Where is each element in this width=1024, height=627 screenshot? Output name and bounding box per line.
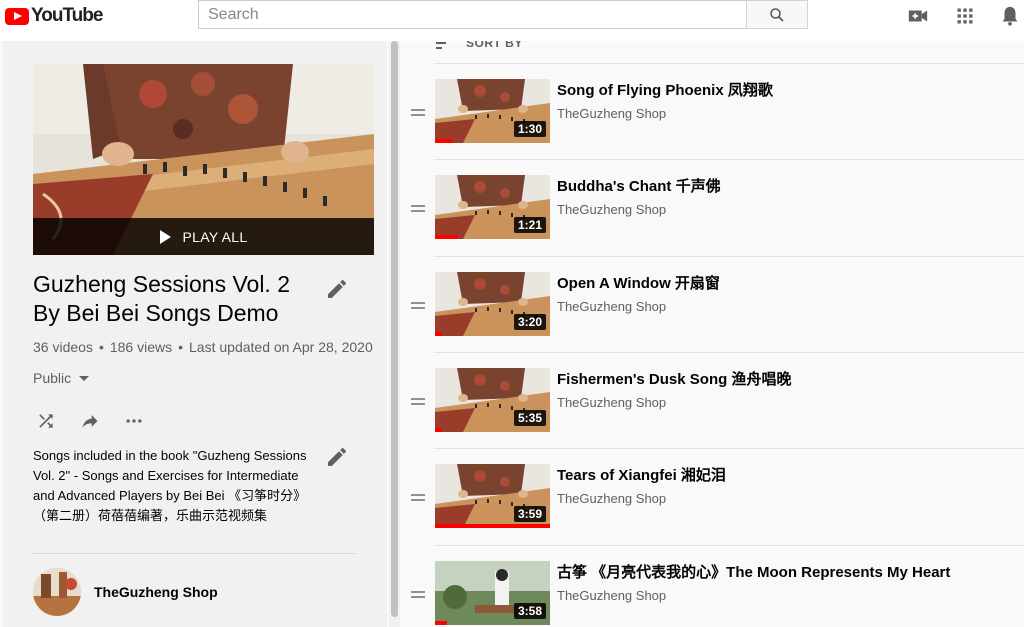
- play-icon: [159, 229, 171, 244]
- more-button[interactable]: [122, 409, 146, 433]
- row-divider: [434, 159, 1024, 160]
- edit-title-button[interactable]: [325, 277, 349, 301]
- divider: [33, 553, 356, 554]
- video-duration: 3:58: [513, 603, 546, 619]
- row-divider: [434, 256, 1024, 257]
- video-thumbnail[interactable]: 5:35: [435, 368, 550, 432]
- video-thumbnail[interactable]: 3:20: [435, 272, 550, 336]
- pencil-icon: [328, 279, 346, 298]
- video-title[interactable]: Open A Window 开扇窗: [557, 272, 720, 293]
- watch-progress-bar: [435, 621, 447, 625]
- notifications-button[interactable]: [998, 4, 1022, 28]
- watch-progress-bar: [435, 524, 550, 528]
- watch-progress-bar: [435, 139, 453, 143]
- video-channel[interactable]: TheGuzheng Shop: [557, 299, 666, 314]
- drag-handle-icon[interactable]: [411, 205, 425, 212]
- sort-icon: [436, 41, 450, 49]
- channel-avatar[interactable]: [33, 568, 81, 616]
- watch-progress-bar: [435, 332, 442, 336]
- watch-progress-bar: [435, 235, 458, 239]
- watch-progress-bar: [435, 428, 442, 432]
- apps-icon: [957, 8, 973, 24]
- playlist-sidebar: PLAY ALL Guzheng Sessions Vol. 2 By Bei …: [3, 41, 387, 627]
- playlist-video-row[interactable]: 5:35 Fishermen's Dusk Song 渔舟唱晚 TheGuzheng…: [400, 352, 1024, 464]
- drag-handle-icon[interactable]: [411, 398, 425, 405]
- playlist-title: Guzheng Sessions Vol. 2 By Bei Bei Songs…: [33, 271, 290, 326]
- edit-description-button[interactable]: [325, 445, 349, 469]
- shuffle-icon: [39, 414, 53, 428]
- playlist-actions: [34, 409, 146, 433]
- video-duration: 5:35: [513, 410, 546, 426]
- search-box: [198, 0, 747, 29]
- video-channel[interactable]: TheGuzheng Shop: [557, 202, 666, 217]
- search-icon: [770, 7, 784, 22]
- video-channel[interactable]: TheGuzheng Shop: [557, 395, 666, 410]
- drag-handle-icon[interactable]: [411, 302, 425, 309]
- playlist-video-row[interactable]: 3:58 古筝 《月亮代表我的心》The Moon Represents My H…: [400, 545, 1024, 627]
- view-count: 186 views: [109, 339, 173, 355]
- video-duration: 3:59: [513, 506, 546, 522]
- apps-button[interactable]: [953, 4, 977, 28]
- playlist-video-row[interactable]: 1:30 Song of Flying Phoenix 凤翔歌 TheGuzheng…: [400, 63, 1024, 175]
- masthead: YouTube: [0, 0, 1024, 41]
- playlist-description: Songs included in the book "Guzheng Sess…: [33, 448, 307, 523]
- share-icon: [82, 415, 98, 428]
- logo-text: YouTube: [31, 5, 103, 26]
- shuffle-button[interactable]: [34, 409, 58, 433]
- video-channel[interactable]: TheGuzheng Shop: [557, 491, 666, 506]
- drag-handle-icon[interactable]: [411, 591, 425, 598]
- sort-by-button[interactable]: SORT BY: [436, 41, 523, 50]
- row-divider: [434, 448, 1024, 449]
- video-title[interactable]: Song of Flying Phoenix 凤翔歌: [557, 79, 773, 100]
- play-all-label: PLAY ALL: [182, 228, 248, 245]
- search-input[interactable]: [199, 1, 746, 28]
- video-thumbnail[interactable]: 1:30: [435, 79, 550, 143]
- video-title[interactable]: Buddha's Chant 千声佛: [557, 175, 721, 196]
- video-title[interactable]: Tears of Xiangfei 湘妃泪: [557, 464, 726, 485]
- avatar-image: [33, 568, 81, 616]
- last-updated: Last updated on Apr 28, 2020: [189, 339, 373, 355]
- sort-label: SORT BY: [466, 41, 523, 50]
- privacy-label: Public: [33, 370, 72, 386]
- share-button[interactable]: [78, 409, 102, 433]
- notifications-icon: [1002, 6, 1018, 26]
- playlist-video-list: SORT BY 1:30 Song of Flying Phoenix 凤翔歌 Th…: [400, 41, 1024, 627]
- row-divider: [434, 545, 1024, 546]
- caret-down-icon: [79, 375, 90, 381]
- video-thumbnail[interactable]: 1:21: [435, 175, 550, 239]
- playlist-stats: 36 videos • 186 views • Last updated on Apr …: [33, 339, 373, 355]
- video-title[interactable]: 古筝 《月亮代表我的心》The Moon Represents My Heart: [557, 561, 950, 582]
- youtube-logo[interactable]: YouTube: [5, 5, 103, 27]
- video-channel[interactable]: TheGuzheng Shop: [557, 106, 666, 121]
- scrollbar-thumb[interactable]: [391, 41, 398, 617]
- search-button[interactable]: [746, 0, 808, 29]
- video-count: 36 videos: [33, 339, 93, 355]
- owner-name[interactable]: TheGuzheng Shop: [94, 584, 218, 600]
- drag-handle-icon[interactable]: [411, 109, 425, 116]
- video-channel[interactable]: TheGuzheng Shop: [557, 588, 666, 603]
- video-thumbnail[interactable]: 3:59: [435, 464, 550, 528]
- more-icon: [126, 419, 142, 423]
- create-video-button[interactable]: [906, 4, 930, 28]
- video-title[interactable]: Fishermen's Dusk Song 渔舟唱晚: [557, 368, 791, 389]
- playlist-video-row[interactable]: 3:20 Open A Window 开扇窗 TheGuzheng Shop: [400, 256, 1024, 368]
- play-all-button[interactable]: PLAY ALL: [33, 218, 374, 255]
- privacy-dropdown[interactable]: Public: [33, 370, 90, 386]
- video-duration: 3:20: [513, 314, 546, 330]
- row-divider: [434, 352, 1024, 353]
- youtube-play-icon: [5, 7, 29, 25]
- pencil-icon: [328, 447, 346, 466]
- video-duration: 1:21: [513, 217, 546, 233]
- video-thumbnail[interactable]: 3:58: [435, 561, 550, 625]
- row-divider: [434, 63, 1024, 64]
- playlist-thumbnail[interactable]: PLAY ALL: [33, 64, 374, 255]
- video-duration: 1:30: [513, 121, 546, 137]
- create-video-icon: [908, 10, 928, 22]
- playlist-owner[interactable]: TheGuzheng Shop: [33, 568, 218, 616]
- drag-handle-icon[interactable]: [411, 494, 425, 501]
